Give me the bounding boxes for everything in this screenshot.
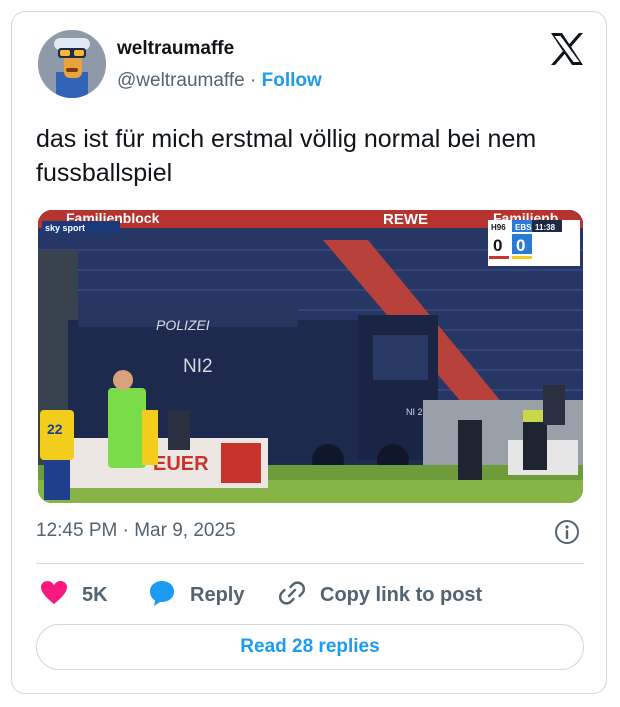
reply-label: Reply bbox=[190, 583, 245, 606]
reply-bubble-icon bbox=[148, 579, 176, 612]
broadcast-logo: sky sport bbox=[45, 223, 85, 233]
info-icon[interactable] bbox=[554, 519, 580, 545]
tweet-text: das ist für mich erstmal völlig normal b… bbox=[36, 125, 537, 187]
copy-link-button[interactable]: Copy link to post bbox=[278, 580, 482, 610]
player-number: 22 bbox=[47, 421, 63, 437]
author-display-name[interactable]: weltraumaffe bbox=[117, 38, 234, 60]
scoreboard-home-score: 0 bbox=[493, 236, 502, 255]
scoreboard-clock: 11:38 bbox=[535, 223, 556, 232]
divider bbox=[36, 563, 584, 564]
author-handle-row: @weltraumaffe · Follow bbox=[117, 70, 322, 92]
tweet-media-image[interactable]: Familienblock REWE Familienb POLIZEI NI2… bbox=[38, 210, 583, 503]
vehicle-label: POLIZEI bbox=[156, 317, 210, 333]
tweet-actions: 5K Reply Copy link to post bbox=[12, 580, 606, 610]
link-icon bbox=[278, 579, 306, 612]
reply-button[interactable]: Reply bbox=[148, 580, 244, 610]
copy-link-label: Copy link to post bbox=[320, 583, 483, 606]
author-avatar[interactable] bbox=[38, 30, 106, 98]
x-logo-icon[interactable] bbox=[549, 32, 585, 66]
heart-icon bbox=[40, 580, 68, 611]
read-replies-label: Read 28 replies bbox=[240, 636, 380, 657]
tweet-card: weltraumaffe @weltraumaffe · Follow das … bbox=[11, 11, 607, 694]
vehicle-number-side: NI 2 bbox=[406, 407, 423, 417]
like-button[interactable]: 5K bbox=[40, 580, 108, 610]
ad-board-text: EUER bbox=[153, 453, 209, 475]
scoreboard-away-score: 0 bbox=[516, 236, 525, 255]
read-replies-button[interactable]: Read 28 replies bbox=[36, 624, 584, 670]
vehicle-number: NI2 bbox=[183, 356, 213, 377]
like-count: 5K bbox=[82, 583, 108, 606]
scoreboard-away-team: EBS bbox=[515, 223, 532, 232]
follow-button[interactable]: Follow bbox=[262, 70, 322, 91]
author-handle[interactable]: @weltraumaffe bbox=[117, 70, 245, 91]
tweet-timestamp[interactable]: 12:45 PM · Mar 9, 2025 bbox=[36, 520, 236, 542]
scoreboard-home-team: H96 bbox=[491, 223, 506, 232]
banner-center: REWE bbox=[383, 211, 428, 228]
handle-separator: · bbox=[250, 70, 257, 91]
